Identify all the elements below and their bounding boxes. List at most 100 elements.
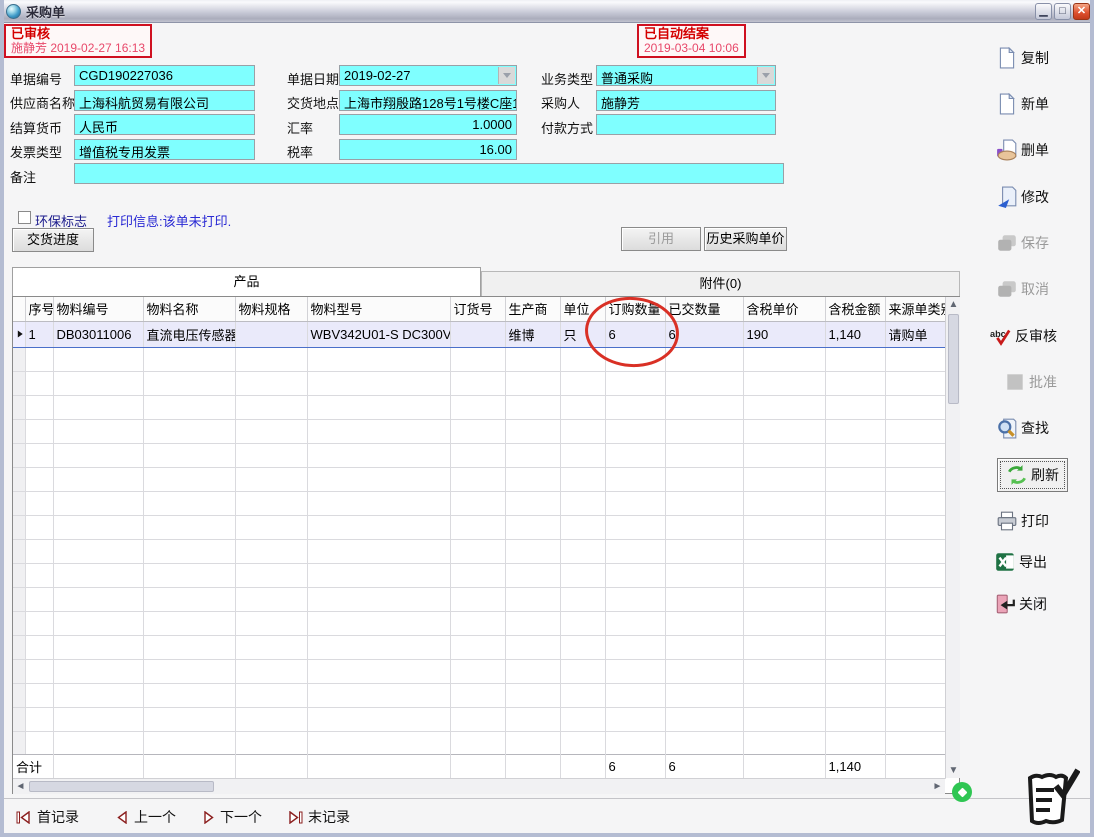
horizontal-scrollbar[interactable]: ◄ ► <box>13 778 945 794</box>
reference-button: 引用 <box>621 227 701 251</box>
unaudit-button[interactable]: abc 反审核 <box>990 325 1057 347</box>
close-window-button[interactable]: ✕ <box>1073 3 1090 20</box>
biz-type-field[interactable]: 普通采购 <box>596 65 776 86</box>
col-seq[interactable]: 序号 <box>25 297 53 321</box>
purchase-order-window: 采购单 ▁ □ ✕ 已审核 施静芳 2019-02-27 16:13 已自动结案… <box>0 0 1094 837</box>
empty-grid-row <box>13 659 945 683</box>
col-source-type[interactable]: 来源单类别 <box>885 297 945 321</box>
save-label: 保存 <box>1021 233 1049 253</box>
doc-no-field[interactable]: CGD190227036 <box>74 65 255 86</box>
doc-date-field[interactable]: 2019-02-27 <box>339 65 517 86</box>
payment-method-field[interactable] <box>596 114 776 135</box>
app-globe-icon <box>6 4 21 19</box>
delivery-progress-button[interactable]: 交货进度 <box>12 228 94 252</box>
delivery-place-field[interactable]: 上海市翔殷路128号1号楼C座11 <box>339 90 517 111</box>
empty-grid-row <box>13 683 945 707</box>
delivery-place-label: 交货地点 <box>287 93 339 112</box>
tax-rate-field[interactable]: 16.00 <box>339 139 517 160</box>
doc-date-label: 单据日期 <box>287 69 339 88</box>
col-material-model[interactable]: 物料型号 <box>307 297 450 321</box>
empty-grid-row <box>13 371 945 395</box>
empty-grid-row <box>13 707 945 731</box>
currency-field[interactable]: 人民币 <box>74 114 255 135</box>
supplier-label: 供应商名称 <box>10 93 75 112</box>
maximize-button[interactable]: □ <box>1054 3 1071 20</box>
col-order-no[interactable]: 订货号 <box>450 297 505 321</box>
last-record-button[interactable]: 末记录 <box>287 807 350 827</box>
invoice-type-field[interactable]: 增值税专用发票 <box>74 139 255 160</box>
vertical-scrollbar[interactable]: ▲ ▼ <box>945 297 960 778</box>
exchange-rate-label: 汇率 <box>287 118 313 137</box>
col-material-no[interactable]: 物料编号 <box>53 297 143 321</box>
audited-stamp-title: 已审核 <box>11 27 145 41</box>
col-manufacturer[interactable]: 生产商 <box>505 297 560 321</box>
printer-icon <box>996 510 1018 532</box>
remark-field[interactable] <box>74 163 784 184</box>
last-record-icon <box>287 811 303 824</box>
cancel-label: 取消 <box>1021 279 1049 299</box>
hscroll-thumb[interactable] <box>29 781 214 792</box>
tab-attachment[interactable]: 附件(0) <box>481 271 960 296</box>
delete-button[interactable]: 删单 <box>996 139 1049 161</box>
unaudit-label: 反审核 <box>1015 326 1057 346</box>
doc-date-dropdown-icon[interactable] <box>498 67 515 84</box>
totals-row: 合计 6 6 1,140 <box>13 755 945 779</box>
col-material-name[interactable]: 物料名称 <box>143 297 235 321</box>
modify-label: 修改 <box>1021 187 1049 207</box>
scroll-up-icon[interactable]: ▲ <box>946 297 961 312</box>
find-label: 查找 <box>1021 418 1049 438</box>
notepad-check-icon <box>1016 768 1080 830</box>
scroll-right-icon[interactable]: ► <box>930 779 945 794</box>
search-icon <box>996 417 1018 439</box>
totals-delivered-qty: 6 <box>665 755 743 779</box>
new-button[interactable]: 新单 <box>996 93 1049 115</box>
save-button: 保存 <box>996 232 1049 254</box>
history-price-button[interactable]: 历史采购单价 <box>704 227 787 251</box>
purchaser-field[interactable]: 施静芳 <box>596 90 776 111</box>
delete-hand-icon <box>996 139 1018 161</box>
save-folder-icon <box>996 232 1018 254</box>
supplier-field[interactable]: 上海科航贸易有限公司 <box>74 90 255 111</box>
prev-record-icon <box>116 811 129 824</box>
auto-closed-stamp-detail: 2019-03-04 10:06 <box>644 41 739 55</box>
close-form-button[interactable]: 关闭 <box>994 593 1047 615</box>
auto-closed-stamp-title: 已自动结案 <box>644 27 739 41</box>
col-unit-price[interactable]: 含税单价 <box>743 297 825 321</box>
abc-check-icon: abc <box>990 325 1012 347</box>
empty-grid-row <box>13 395 945 419</box>
find-button[interactable]: 查找 <box>996 417 1049 439</box>
first-record-icon <box>16 811 32 824</box>
print-label: 打印 <box>1021 511 1049 531</box>
audited-stamp-detail: 施静芳 2019-02-27 16:13 <box>11 41 145 55</box>
print-button[interactable]: 打印 <box>996 510 1049 532</box>
col-material-spec[interactable]: 物料规格 <box>235 297 307 321</box>
modify-button[interactable]: 修改 <box>996 186 1049 208</box>
next-record-button[interactable]: 下一个 <box>202 807 262 827</box>
refresh-label: 刷新 <box>1031 465 1059 485</box>
col-delivered-qty[interactable]: 已交数量 <box>665 297 743 321</box>
approve-label: 批准 <box>1029 372 1057 392</box>
col-amount[interactable]: 含税金额 <box>825 297 885 321</box>
new-label: 新单 <box>1021 94 1049 114</box>
export-label: 导出 <box>1019 552 1047 572</box>
empty-grid-row <box>13 539 945 563</box>
empty-grid-row <box>13 443 945 467</box>
totals-order-qty: 6 <box>605 755 665 779</box>
eco-flag-checkbox[interactable] <box>18 211 31 224</box>
exchange-rate-field[interactable]: 1.0000 <box>339 114 517 135</box>
cancel-button: 取消 <box>996 278 1049 300</box>
table-row[interactable]: 1 DB03011006 直流电压传感器 WBV342U01-S DC300V/… <box>13 321 945 347</box>
refresh-button[interactable]: 刷新 <box>997 458 1068 492</box>
scroll-left-icon[interactable]: ◄ <box>13 779 28 794</box>
export-button[interactable]: 导出 <box>994 551 1047 573</box>
first-record-button[interactable]: 首记录 <box>16 807 79 827</box>
scroll-down-icon[interactable]: ▼ <box>946 763 961 778</box>
next-record-label: 下一个 <box>220 807 262 827</box>
copy-button[interactable]: 复制 <box>996 47 1049 69</box>
totals-amount: 1,140 <box>825 755 885 779</box>
minimize-button[interactable]: ▁ <box>1035 3 1052 20</box>
tab-product[interactable]: 产品 <box>12 267 481 296</box>
vscroll-thumb[interactable] <box>948 314 959 404</box>
biz-type-dropdown-icon[interactable] <box>757 67 774 84</box>
prev-record-button[interactable]: 上一个 <box>116 807 176 827</box>
